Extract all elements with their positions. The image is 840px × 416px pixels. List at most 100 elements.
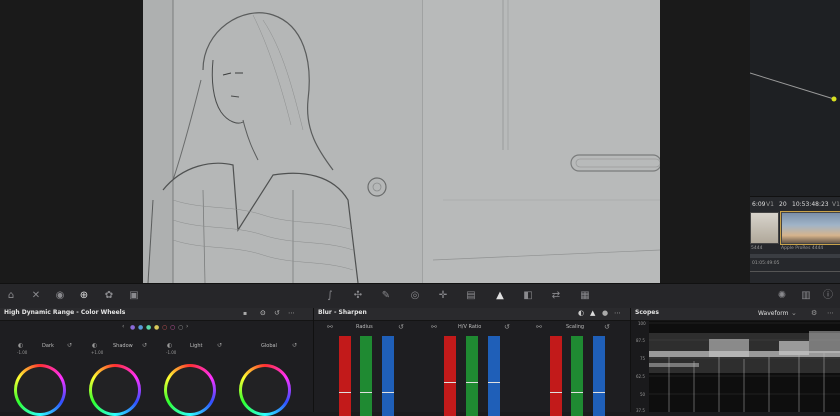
hdr-panel-header: High Dynamic Range - Color Wheels ▪ ⊙ ↺ …	[0, 308, 313, 321]
zone-dot-7[interactable]: ○	[178, 324, 183, 331]
wheel-dark-label: Dark	[42, 343, 54, 349]
scaling-green-slider[interactable]	[571, 336, 583, 416]
scopes-icon[interactable]: ▥	[800, 290, 812, 302]
wheel-dark[interactable]	[14, 364, 66, 416]
hv-ratio-green-slider[interactable]	[466, 336, 478, 416]
hv-ratio-label: H/V Ratio	[458, 324, 482, 330]
blur-icon[interactable]: ▲	[494, 290, 506, 302]
clip-track-a: V1	[766, 201, 774, 208]
scope-dropdown-chevron-icon[interactable]: ⌄	[791, 309, 797, 317]
zone-prev-icon[interactable]: ‹	[122, 323, 124, 330]
wheel-light-reset-icon[interactable]: ↺	[217, 342, 222, 349]
viewer-icon[interactable]: ✕	[30, 290, 42, 302]
palette-icon[interactable]: ✿	[103, 290, 115, 302]
zone-dot-6[interactable]: ○	[170, 324, 175, 331]
wheel-shadow-label: Shadow	[113, 343, 133, 349]
radius-reset-icon[interactable]: ↺	[398, 323, 404, 331]
sparkle-icon[interactable]: ✺	[776, 290, 788, 302]
radius-blue-slider[interactable]	[382, 336, 394, 416]
info-icon[interactable]: ⓘ	[822, 290, 834, 302]
scaling-red-slider[interactable]	[550, 336, 562, 416]
viewer-image[interactable]	[143, 0, 660, 283]
thumbnail-icon[interactable]: ▣	[128, 290, 140, 302]
wheel-shadow[interactable]	[89, 364, 141, 416]
scopes-panel-header: Scopes Waveform ⌄ ⚙ ⋯	[631, 308, 840, 321]
radius-red-slider[interactable]	[339, 336, 351, 416]
hdr-panel-title: High Dynamic Range - Color Wheels	[4, 309, 126, 316]
palette-toolbar: ⌂ ✕ ◉ ⊕ ✿ ▣ ∫ ✣ ✎ ◎ ✛ ▤ ▲ ◧ ⇄ ▦ ✺ ▥ ⓘ	[0, 283, 840, 310]
reset-icon[interactable]: ↺	[274, 309, 280, 317]
waveform-display[interactable]	[649, 321, 840, 412]
clip-thumbnail-a[interactable]	[750, 212, 779, 244]
waveform-trace	[649, 322, 840, 412]
blur-panel-header: Blur - Sharpen ◐ ▲ ● ⋯	[314, 308, 630, 321]
scale-100: 100	[638, 321, 646, 326]
zoom-icon[interactable]: ⊕	[78, 290, 90, 302]
viewer-right-bg	[660, 0, 750, 283]
qualifier-icon[interactable]: ✎	[380, 290, 392, 302]
scaling-link-icon[interactable]: ⚯	[536, 323, 542, 331]
clip-strip[interactable]: 6:09 V1 20 10:53:48:23 V1 5444 Apple Pro…	[750, 196, 840, 284]
window-icon[interactable]: ◎	[409, 290, 421, 302]
scaling-label: Scaling	[566, 324, 585, 330]
scale-62-5: 62.5	[636, 374, 645, 379]
scaling-blue-slider[interactable]	[593, 336, 605, 416]
zone-dot-3[interactable]: ●	[146, 324, 151, 331]
warper-icon[interactable]: ✣	[352, 290, 364, 302]
clip-timecode-c: 01:05:49:05	[752, 261, 780, 266]
zone-dot-2[interactable]: ●	[138, 324, 143, 331]
hv-ratio-blue-slider[interactable]	[488, 336, 500, 416]
scale-50: 50	[640, 392, 646, 397]
clip-scrollbar[interactable]	[750, 254, 840, 258]
wheel-dark-reset-icon[interactable]: ↺	[67, 342, 72, 349]
zone-next-icon[interactable]: ›	[186, 323, 188, 330]
viewer-left-bg	[0, 0, 143, 283]
wheel-global-reset-icon[interactable]: ↺	[292, 342, 297, 349]
blur-more-icon[interactable]: ⋯	[614, 309, 621, 317]
tracker-icon[interactable]: ✛	[437, 290, 449, 302]
scope-more-icon[interactable]: ⋯	[827, 309, 834, 317]
key-icon[interactable]: ◧	[522, 290, 534, 302]
mist-mode-icon[interactable]: ●	[602, 309, 608, 317]
clip-timecode-b: 10:53:48:23	[792, 201, 829, 208]
scope-mode-dropdown[interactable]: Waveform	[758, 310, 788, 317]
sizing-icon[interactable]: ⇄	[550, 290, 562, 302]
3d-icon[interactable]: ▦	[579, 290, 591, 302]
zone-selector[interactable]: ‹ ● ● ● ● ○ ○ ○ ›	[122, 323, 192, 331]
radius-label: Radius	[356, 324, 373, 330]
wheel-light-picker-icon[interactable]: ◐	[167, 342, 172, 349]
clip-track-b: V1	[832, 201, 840, 208]
wheel-shadow-reset-icon[interactable]: ↺	[142, 342, 147, 349]
collapse-icon[interactable]: ▪	[243, 310, 247, 317]
zone-dot-5[interactable]: ○	[162, 324, 167, 331]
mode-toggle-icon[interactable]: ⊙	[260, 309, 266, 317]
scopes-panel: Scopes Waveform ⌄ ⚙ ⋯ 100 87.5 75 62.5 5…	[631, 308, 840, 413]
scaling-reset-icon[interactable]: ↺	[604, 323, 610, 331]
wheel-light-label: Light	[190, 343, 203, 349]
blur-mode-icon[interactable]: ◐	[578, 309, 584, 317]
hv-ratio-reset-icon[interactable]: ↺	[504, 323, 510, 331]
hv-ratio-link-icon[interactable]: ⚯	[431, 323, 437, 331]
blur-panel-title: Blur - Sharpen	[318, 309, 367, 316]
camera-icon[interactable]: ⌂	[5, 290, 17, 302]
zone-dot-4[interactable]: ●	[154, 324, 159, 331]
node-graph[interactable]	[749, 0, 840, 196]
hv-ratio-red-slider[interactable]	[444, 336, 456, 416]
clip-name-a: 5444	[751, 246, 763, 251]
sharpen-mode-icon[interactable]: ▲	[590, 309, 595, 317]
scope-settings-icon[interactable]: ⚙	[811, 309, 817, 317]
curves-icon[interactable]: ∫	[324, 290, 336, 302]
radius-link-icon[interactable]: ⚯	[327, 323, 333, 331]
clip-thumbnail-b[interactable]	[780, 211, 840, 245]
wheel-shadow-picker-icon[interactable]: ◐	[92, 342, 97, 349]
more-options-icon[interactable]: ⋯	[288, 309, 295, 317]
scope-scale: 100 87.5 75 62.5 50 37.5	[631, 321, 649, 413]
clip-divider	[750, 271, 840, 272]
wheel-dark-picker-icon[interactable]: ◐	[18, 342, 23, 349]
wheel-global[interactable]	[239, 364, 291, 416]
wheel-light[interactable]	[164, 364, 216, 416]
zone-dot-1[interactable]: ●	[130, 324, 135, 331]
radius-green-slider[interactable]	[360, 336, 372, 416]
magic-mask-icon[interactable]: ▤	[465, 290, 477, 302]
play-icon[interactable]: ◉	[54, 290, 66, 302]
